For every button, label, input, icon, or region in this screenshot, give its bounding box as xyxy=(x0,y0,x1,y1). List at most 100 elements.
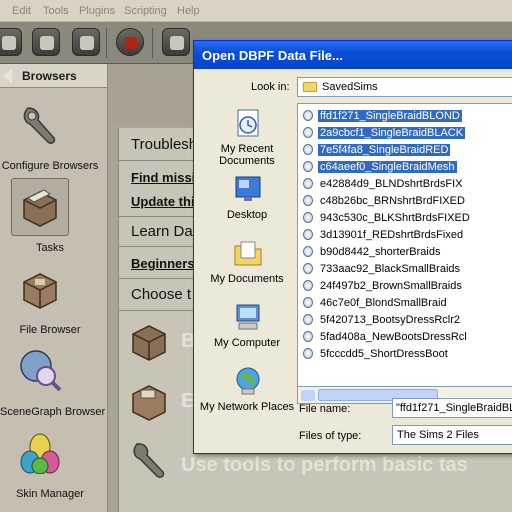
task-tools-label[interactable]: Use tools to perform basic tas xyxy=(181,454,468,477)
file-row[interactable]: 5f420713_BootsyDressRclr2 xyxy=(302,312,512,328)
package-file-icon xyxy=(303,263,313,274)
task-box-icon[interactable] xyxy=(129,320,171,362)
folder-icon xyxy=(303,82,317,92)
sidebar-header: Browsers xyxy=(0,64,107,88)
file-row[interactable]: e42884d9_BLNDshrtBrdsFIX xyxy=(302,176,512,192)
task-boxes-icon[interactable] xyxy=(129,380,171,422)
look-in-dropdown[interactable]: SavedSims xyxy=(297,77,512,97)
sidebar-item-label: SceneGraph Browser xyxy=(0,406,106,418)
file-name: 2a9cbcf1_SingleBraidBLACK xyxy=(318,127,466,139)
sidebar-item-label: Skin Manager xyxy=(16,488,84,500)
network-places-icon xyxy=(236,367,260,395)
file-type-dropdown[interactable]: The Sims 2 Files xyxy=(392,425,512,445)
look-in-label: Look in: xyxy=(251,81,290,93)
file-name: 5fad408a_NewBootsDressRcl xyxy=(320,331,467,343)
menu-help[interactable]: Help xyxy=(177,5,200,17)
file-name: 46c7e0f_BlondSmallBraid xyxy=(320,297,447,309)
package-file-icon xyxy=(303,314,313,325)
menu-scripting[interactable]: Scripting xyxy=(124,5,167,17)
place-label: My Documents xyxy=(210,273,284,285)
place-label: My Recent Documents xyxy=(219,143,275,167)
collapse-arrow-icon[interactable] xyxy=(3,69,12,83)
package-icon xyxy=(80,36,94,50)
package-file-icon xyxy=(303,331,313,342)
pencil-icon xyxy=(170,36,184,50)
file-name: 943c530c_BLKShrtBrdsFIXED xyxy=(320,212,470,224)
place-label: My Computer xyxy=(213,337,281,349)
file-row[interactable]: 7e5f4fa8_SingleBraidRED xyxy=(302,142,512,158)
place-label: Desktop xyxy=(226,209,268,221)
sidebar-item-label: Tasks xyxy=(35,242,65,254)
package-file-icon xyxy=(303,195,313,206)
file-name: 24f497b2_BrownSmallBraids xyxy=(320,280,462,292)
desktop-icon xyxy=(235,176,261,201)
sidebar-title: Browsers xyxy=(22,69,77,83)
file-name: 5fcccdd5_ShortDressBoot xyxy=(320,348,448,360)
file-row[interactable]: 2a9cbcf1_SingleBraidBLACK xyxy=(302,125,512,141)
toolbar-stop-button[interactable] xyxy=(116,28,144,56)
file-name: 5f420713_BootsyDressRclr2 xyxy=(320,314,461,326)
file-list[interactable]: ffd1f271_SingleBraidBLOND 2a9cbcf1_Single… xyxy=(297,103,512,387)
place-label: My Network Places xyxy=(199,401,295,413)
file-row[interactable]: 24f497b2_BrownSmallBraids xyxy=(302,278,512,294)
sidebar-item-label: File Browser xyxy=(19,324,81,336)
link-update[interactable]: Update thi xyxy=(131,194,195,209)
file-name-input[interactable]: "ffd1f271_SingleBraidBL xyxy=(392,398,512,418)
toolbar-open-button[interactable] xyxy=(0,28,22,56)
file-row[interactable]: b90d8442_shorterBraids xyxy=(302,244,512,260)
file-name: c64aeef0_SingleBraidMesh xyxy=(318,161,457,173)
toolbar-package-button[interactable] xyxy=(72,28,100,56)
menu-edit[interactable]: Edit xyxy=(12,5,31,17)
sidebar-item-file-browser[interactable]: File Browser xyxy=(0,266,108,346)
my-computer-icon xyxy=(236,304,260,330)
save-icon xyxy=(40,36,54,50)
sidebar-item-skin-manager[interactable]: Skin Manager xyxy=(0,430,108,510)
file-row[interactable]: 46c7e0f_BlondSmallBraid xyxy=(302,295,512,311)
menu-plugins[interactable]: Plugins xyxy=(79,5,115,17)
sidebar-item-scenegraph-browser[interactable]: SceneGraph Browser xyxy=(0,348,108,428)
file-name-label: File name: xyxy=(299,403,351,415)
file-row[interactable]: c64aeef0_SingleBraidMesh xyxy=(302,159,512,175)
toolbar-edit-button[interactable] xyxy=(162,28,190,56)
menu-tools[interactable]: Tools xyxy=(43,5,69,17)
package-file-icon xyxy=(303,348,313,359)
file-row[interactable]: 5fad408a_NewBootsDressRcl xyxy=(302,329,512,345)
file-row[interactable]: 943c530c_BLKShrtBrdsFIXED xyxy=(302,210,512,226)
tools-wrench-icon[interactable] xyxy=(129,438,171,480)
file-row[interactable]: 5fcccdd5_ShortDressBoot xyxy=(302,346,512,362)
sidebar-item-configure-browsers[interactable]: Configure Browsers xyxy=(0,102,108,182)
places-bar: My Recent Documents Desktop My Documents xyxy=(198,103,296,431)
package-file-icon xyxy=(303,110,313,121)
file-type-value: The Sims 2 Files xyxy=(397,429,479,441)
file-name: 7e5f4fa8_SingleBraidRED xyxy=(318,144,451,156)
open-icon xyxy=(2,36,16,50)
section-learn-title: Learn Da xyxy=(131,223,193,240)
wrench-icon xyxy=(23,107,56,144)
package-file-icon xyxy=(303,144,313,155)
file-row[interactable]: ffd1f271_SingleBraidBLOND xyxy=(302,108,512,124)
file-row[interactable]: 733aac92_BlackSmallBraids xyxy=(302,261,512,277)
package-file-icon xyxy=(303,212,313,223)
stop-icon xyxy=(125,37,137,49)
sidebar-item-label: Configure Browsers xyxy=(1,160,99,172)
package-file-icon xyxy=(303,178,313,189)
file-name: ffd1f271_SingleBraidBLOND xyxy=(318,110,462,122)
toolbar-separator xyxy=(106,28,107,58)
package-file-icon xyxy=(303,127,313,138)
file-name-value: "ffd1f271_SingleBraidBL xyxy=(396,402,512,414)
file-row[interactable]: c48b26bc_BRNshrtBrdFIXED xyxy=(302,193,512,209)
section-troubleshoot-title: Troublesh xyxy=(131,136,198,153)
scroll-left-arrow-icon[interactable] xyxy=(301,390,315,401)
dialog-title-bar[interactable]: Open DBPF Data File... xyxy=(194,41,512,69)
dialog-title: Open DBPF Data File... xyxy=(202,48,343,63)
toolbar-save-button[interactable] xyxy=(32,28,60,56)
sidebar-item-tasks[interactable]: Tasks xyxy=(0,178,108,264)
link-beginners[interactable]: Beginners xyxy=(131,256,195,271)
package-file-icon xyxy=(303,297,313,308)
file-name: c48b26bc_BRNshrtBrdFIXED xyxy=(320,195,465,207)
recent-documents-icon xyxy=(237,109,259,137)
scenegraph-icon xyxy=(20,350,62,392)
menu-bar: Edit Tools Plugins Scripting Help xyxy=(0,0,512,22)
file-row[interactable]: 3d13901f_REDshrtBrdsFixed xyxy=(302,227,512,243)
file-box-icon xyxy=(23,273,57,309)
